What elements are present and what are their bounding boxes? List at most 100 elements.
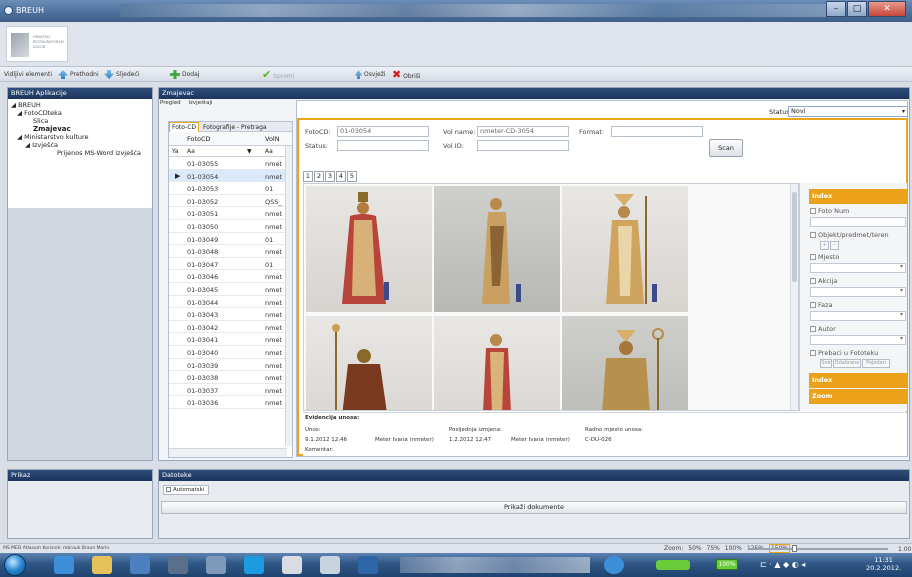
document-icon[interactable] <box>282 556 302 574</box>
index-prebaci[interactable]: Prebaci u Fototeku <box>810 349 878 357</box>
page-tab[interactable]: 5 <box>347 171 357 182</box>
faza-checkbox[interactable] <box>810 302 816 308</box>
app-window-icon[interactable] <box>358 556 378 574</box>
pojedan-button[interactable]: Pojedan <box>862 359 890 368</box>
photo-thumbnail[interactable] <box>306 186 432 312</box>
page-tab[interactable]: 1 <box>303 171 313 182</box>
filter-op-code[interactable]: Aa <box>187 148 195 155</box>
index-objekt[interactable]: Objekt/predmet/teren <box>810 231 889 239</box>
zoom-slider-handle[interactable] <box>792 545 797 552</box>
filter-icon[interactable]: Ya <box>172 148 179 155</box>
scan-button[interactable]: Scan <box>709 139 743 157</box>
table-row[interactable]: 01-03038 nmet <box>169 371 292 384</box>
table-row[interactable]: 01-03036 nmet <box>169 396 292 409</box>
skype-icon[interactable] <box>244 556 264 574</box>
tree-item-breuh[interactable]: ◢ BREUH <box>11 101 149 109</box>
index-autor[interactable]: Autor <box>810 325 836 333</box>
photo-thumbnail[interactable] <box>562 316 688 410</box>
mjesto-select[interactable] <box>810 263 906 273</box>
ie-icon[interactable] <box>54 556 74 574</box>
list-vertical-scrollbar[interactable] <box>285 146 292 446</box>
battery-icon[interactable] <box>656 560 690 570</box>
minimize-button[interactable]: – <box>826 1 846 17</box>
index-foto-num[interactable]: Foto Num <box>810 207 849 215</box>
odabrane-button[interactable]: Odabrane <box>833 359 861 368</box>
zoom-100[interactable]: 100% <box>725 545 742 552</box>
zoom-slider[interactable] <box>748 548 888 550</box>
clock[interactable]: 11:31 20.2.2012. <box>866 556 901 572</box>
table-row[interactable]: 01-03039 nmet <box>169 359 292 372</box>
photo-thumbnail[interactable] <box>306 316 432 410</box>
maximize-button[interactable]: □ <box>847 1 867 17</box>
index-header-2[interactable]: Index <box>809 373 907 388</box>
index-header[interactable]: Index <box>809 189 907 204</box>
status-select[interactable]: Novi <box>788 106 908 117</box>
list-horizontal-scrollbar[interactable] <box>169 448 287 457</box>
table-row[interactable]: 01-03051 nmet <box>169 207 292 220</box>
refresh-button[interactable]: Osvježi <box>355 69 386 80</box>
filter-dropdown-icon[interactable]: ▼ <box>247 148 252 155</box>
foto-num-input[interactable] <box>810 217 906 227</box>
faza-select[interactable] <box>810 311 906 321</box>
tool-icon[interactable] <box>168 556 188 574</box>
foto-num-checkbox[interactable] <box>810 208 816 214</box>
autor-checkbox[interactable] <box>810 326 816 332</box>
format-select[interactable] <box>611 126 703 137</box>
table-row[interactable]: 01-03050 nmet <box>169 220 292 233</box>
delete-button[interactable]: ✖ Obriši <box>392 69 421 80</box>
tab-pregled[interactable]: Pregled <box>160 100 181 106</box>
index-mjesto[interactable]: Mjesto <box>810 253 839 261</box>
prebaci-checkbox[interactable] <box>810 350 816 356</box>
akcija-checkbox[interactable] <box>810 278 816 284</box>
previous-button[interactable]: Prethodni <box>58 69 99 80</box>
objekt-add-button[interactable]: + <box>820 241 829 250</box>
status-field[interactable] <box>337 140 429 151</box>
table-row[interactable]: 01-03041 nmet <box>169 333 292 346</box>
paint-icon[interactable] <box>206 556 226 574</box>
table-row[interactable]: 01-03042 nmet <box>169 321 292 334</box>
akcija-select[interactable] <box>810 287 906 297</box>
automatski-checkbox[interactable] <box>166 487 171 492</box>
volid-field[interactable] <box>477 140 569 151</box>
system-tray-icons[interactable]: ⊏ · ▲ ◆ ◐ ◂ <box>760 560 805 569</box>
page-tab[interactable]: 4 <box>336 171 346 182</box>
next-button[interactable]: Sljedeći <box>104 69 139 80</box>
table-row[interactable]: 01-03048 nmet <box>169 245 292 258</box>
tree-item-zmajevac[interactable]: Zmajevac <box>11 125 149 133</box>
mjesto-checkbox[interactable] <box>810 254 816 260</box>
objekt-remove-button[interactable]: – <box>830 241 839 250</box>
photo-thumbnail[interactable] <box>562 186 688 312</box>
gallery-scrollbar[interactable] <box>790 184 798 410</box>
table-row[interactable]: 01-03043 nmet <box>169 308 292 321</box>
table-row[interactable]: 01-03046 nmet <box>169 270 292 283</box>
visible-elements-button[interactable]: Vidljivi elementi <box>4 69 52 80</box>
tab-izvjestaji[interactable]: Izvještaji <box>188 100 212 106</box>
save-button[interactable]: ✔ Spremi <box>262 69 294 80</box>
autor-select[interactable] <box>810 335 906 345</box>
table-row[interactable]: 01-03044 nmet <box>169 296 292 309</box>
tray-badge[interactable]: 100% <box>716 559 738 570</box>
page-tab[interactable]: 2 <box>314 171 324 182</box>
window-icon[interactable] <box>320 556 340 574</box>
table-row[interactable]: 01-03037 nmet <box>169 384 292 397</box>
table-row[interactable]: 01-03045 nmet <box>169 283 292 296</box>
volname-field[interactable]: nmeter-CD-3054 <box>477 126 569 137</box>
table-row[interactable]: 01-03053 01 <box>169 182 292 195</box>
tree-item-ministarstvo[interactable]: ◢ Ministarstvo kulture <box>11 133 149 141</box>
prikazi-dokumente-button[interactable]: Prikaži dokumente <box>161 501 907 514</box>
filter-op-vol[interactable]: Aa <box>265 148 273 155</box>
table-row[interactable]: 01-03055 nmet <box>169 157 292 170</box>
objekt-checkbox[interactable] <box>810 232 816 238</box>
add-button[interactable]: Dodaj <box>170 69 199 80</box>
column-header-voln[interactable]: VolN <box>265 135 280 143</box>
table-row[interactable]: 01-03049 01 <box>169 233 292 246</box>
index-faza[interactable]: Faza <box>810 301 833 309</box>
photo-thumbnail[interactable] <box>434 186 560 312</box>
tree-item-prijenos[interactable]: Prijenos MS-Word izvješća <box>11 149 149 157</box>
tree-item-fotocdteka[interactable]: ◢ FotoCDteka <box>11 109 149 117</box>
chrome-icon[interactable] <box>604 556 624 574</box>
fotocd-field[interactable]: 01-03054 <box>337 126 429 137</box>
page-tab[interactable]: 3 <box>325 171 335 182</box>
zoom-50[interactable]: 50% <box>688 545 701 552</box>
table-row[interactable]: ▶ 01-03054 nmet <box>169 169 292 183</box>
